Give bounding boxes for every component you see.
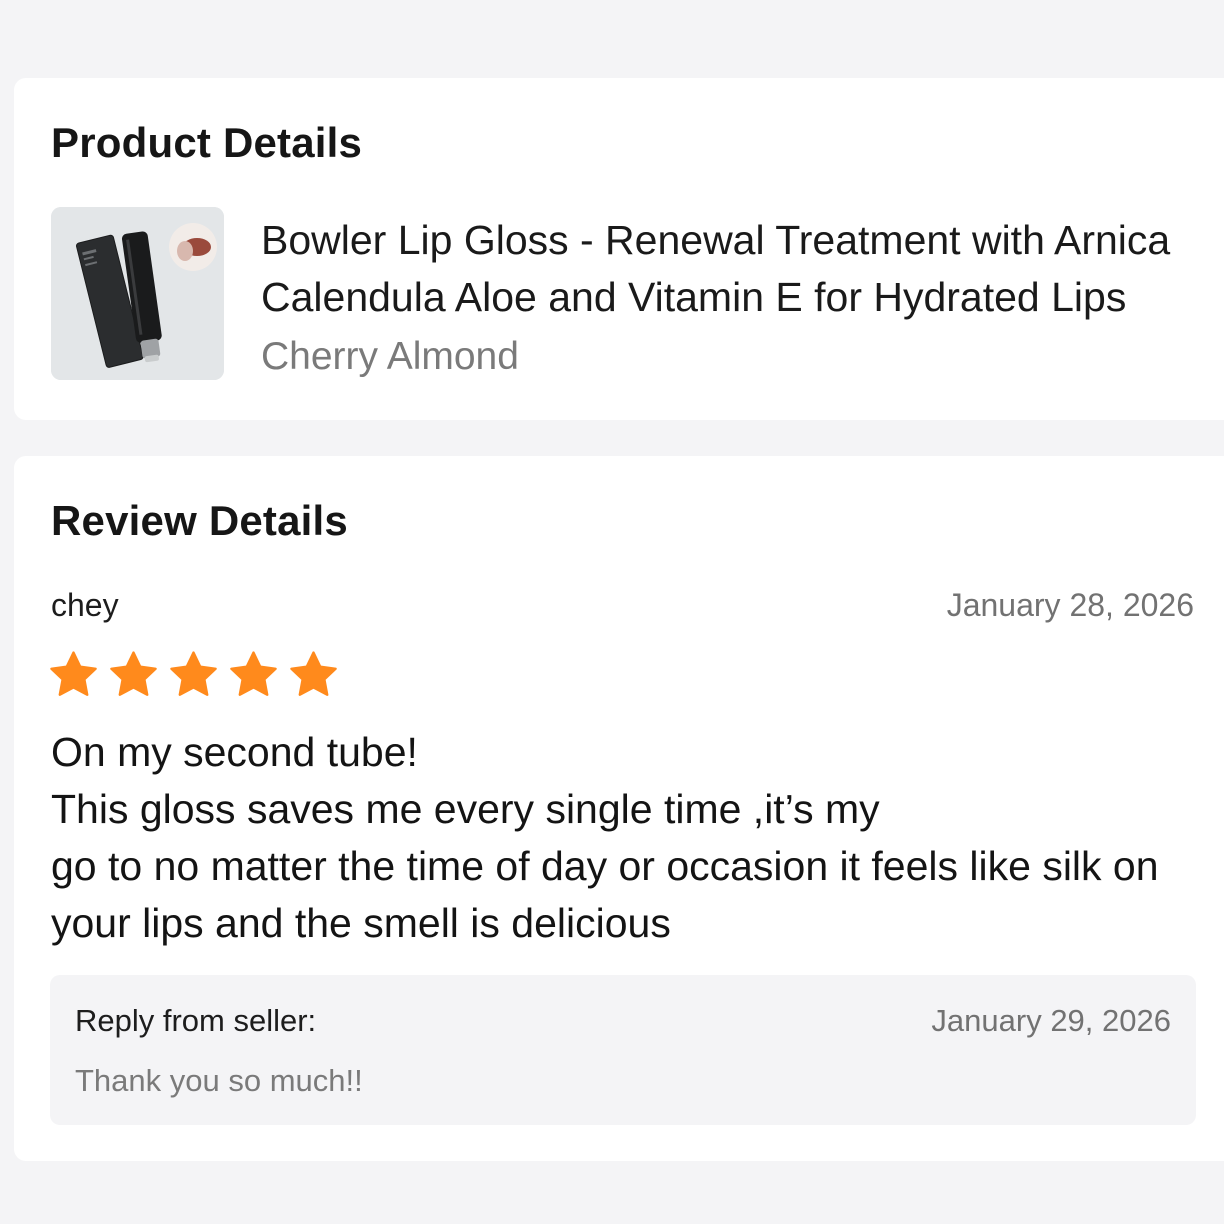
reply-date: January 29, 2026 (931, 1003, 1171, 1038)
star-rating (49, 651, 338, 698)
star-icon (109, 651, 158, 698)
product-details-title: Product Details (51, 119, 363, 166)
review-date: January 28, 2026 (946, 587, 1194, 623)
seller-reply: Reply from seller: January 29, 2026 Than… (50, 975, 1196, 1125)
product-details-card: Product Details Bowler Lip Gloss - Renew… (14, 78, 1224, 420)
review-details-card: Review Details chey January 28, 2026 On … (14, 456, 1224, 1161)
product-thumbnail[interactable] (51, 207, 224, 380)
star-icon (169, 651, 218, 698)
product-name[interactable]: Bowler Lip Gloss - Renewal Treatment wit… (261, 212, 1191, 326)
reviewer-name: chey (51, 587, 119, 623)
reply-text: Thank you so much!! (75, 1063, 363, 1098)
star-icon (49, 651, 98, 698)
review-text: On my second tube! This gloss saves me e… (51, 729, 1159, 946)
review-details-title: Review Details (51, 497, 348, 544)
product-info[interactable]: Bowler Lip Gloss - Renewal Treatment wit… (261, 212, 1191, 380)
product-variant: Cherry Almond (261, 335, 519, 378)
reply-label: Reply from seller: (75, 1003, 317, 1038)
star-icon (229, 651, 278, 698)
star-icon (289, 651, 338, 698)
lip-gloss-product-image (51, 207, 224, 380)
